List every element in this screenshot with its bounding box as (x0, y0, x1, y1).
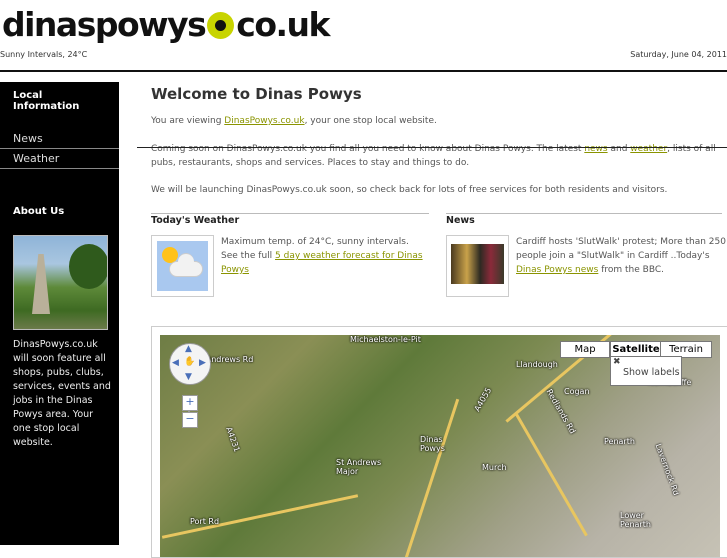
place-label: A4231 (224, 425, 242, 454)
news-description: Cardiff hosts 'SlutWalk' protest; More t… (516, 237, 726, 261)
place-label: Lavernock Rd (653, 442, 681, 497)
intro-prefix: You are viewing (151, 116, 225, 126)
news-heading: News (446, 213, 722, 226)
sidebar-item-weather[interactable]: Weather (0, 148, 119, 169)
coming-prefix: Coming soon on DinasPowys.co.uk you find… (151, 144, 585, 154)
weather-summary: Sunny Intervals, 24°C (0, 50, 88, 59)
news-photo (451, 244, 504, 284)
zoom-out-button[interactable]: − (182, 412, 198, 428)
place-label: Port Rd (190, 517, 220, 526)
place-label: Murch (482, 463, 507, 472)
news-text: Cardiff hosts 'SlutWalk' protest; More t… (516, 235, 727, 277)
place-label: Michaelston-le-Pit (350, 335, 421, 344)
monument-shape (32, 254, 50, 314)
show-labels-label[interactable]: Show labels (623, 367, 680, 378)
sidebar: Local Information News Weather About Us … (0, 82, 119, 545)
intro-paragraph: You are viewing DinasPowys.co.uk, your o… (151, 115, 437, 129)
news-image-frame (446, 235, 509, 297)
weather-text: Maximum temp. of 24°C, sunny intervals. … (221, 235, 426, 277)
place-label: Dinas Powys (420, 435, 445, 453)
place-label: A4055 (472, 386, 494, 413)
map-type-map-button[interactable]: Map (560, 341, 610, 358)
weather-link[interactable]: weather (630, 144, 667, 154)
pan-control-icon[interactable]: ▲ ▼ ◀ ▶ ✋ (169, 343, 211, 385)
sidebar-item-news[interactable]: News (0, 129, 119, 148)
weather-image-frame (151, 235, 214, 297)
dinas-powys-news-link[interactable]: Dinas Powys news (516, 265, 598, 275)
overlay-line (137, 147, 727, 148)
logo-text-right: co.uk (236, 5, 330, 44)
place-label: Penarth (604, 437, 635, 446)
about-text: DinasPowys.co.uk will soon feature all s… (13, 339, 111, 448)
tree-shape (69, 244, 107, 289)
labels-panel: ✖ Show labels (610, 356, 682, 386)
weather-heading: Today's Weather (151, 213, 429, 226)
place-label: Llandough (516, 360, 558, 369)
satellite-map[interactable]: Michaelston-le-Pit Llandough Cogan Norna… (160, 335, 720, 557)
current-date: Saturday, June 04, 2011 (630, 50, 727, 59)
header-divider (0, 70, 727, 72)
map-frame: Michaelston-le-Pit Llandough Cogan Norna… (151, 326, 727, 558)
sunny-intervals-icon (157, 241, 208, 291)
place-label: Cogan (564, 387, 590, 396)
sidebar-heading-about: About Us (13, 206, 65, 217)
coming-and: and (607, 144, 631, 154)
site-logo[interactable]: dinaspowys co.uk (2, 5, 330, 45)
sidebar-heading-local: Local Information (13, 90, 80, 112)
zoom-in-button[interactable]: + (182, 395, 198, 411)
place-label: St Andrews Major (336, 458, 382, 476)
intro-link[interactable]: DinasPowys.co.uk (224, 116, 304, 126)
logo-dot-icon (207, 12, 235, 39)
page-title: Welcome to Dinas Powys (151, 85, 362, 103)
news-link[interactable]: news (584, 144, 607, 154)
logo-text-left: dinaspowys (2, 5, 207, 44)
dinas-powys-photo (13, 235, 108, 330)
place-label: Lower Penarth (620, 511, 651, 529)
checkbox-icon[interactable]: ✖ (613, 357, 621, 367)
launch-paragraph: We will be launching DinasPowys.co.uk so… (151, 185, 668, 195)
news-suffix: from the BBC. (598, 265, 664, 275)
intro-suffix: , your one stop local website. (304, 116, 437, 126)
